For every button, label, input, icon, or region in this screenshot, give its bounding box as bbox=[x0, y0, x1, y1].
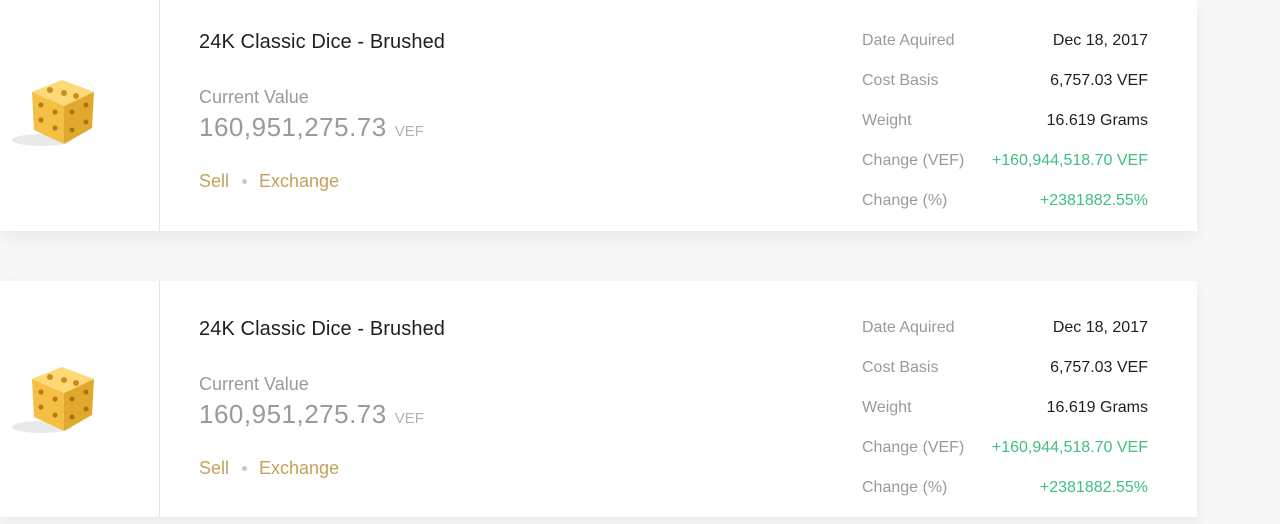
holding-card: 24K Classic Dice - Brushed Current Value… bbox=[0, 281, 1197, 517]
action-links: Sell Exchange bbox=[199, 458, 339, 479]
detail-row-change-vef: Change (VEF) +160,944,518.70 VEF bbox=[862, 141, 1148, 181]
separator-dot bbox=[242, 466, 248, 471]
exchange-link[interactable]: Exchange bbox=[259, 458, 339, 479]
sell-link[interactable]: Sell bbox=[199, 171, 229, 192]
detail-row-change-percent: Change (%) +2381882.55% bbox=[862, 468, 1148, 508]
detail-row-weight: Weight 16.619 Grams bbox=[862, 101, 1148, 141]
detail-label: Date Aquired bbox=[862, 32, 955, 49]
detail-label: Change (%) bbox=[862, 192, 948, 209]
detail-value: 6,757.03 VEF bbox=[1050, 359, 1148, 376]
separator-dot bbox=[242, 179, 248, 184]
current-value-amount: 160,951,275.73 bbox=[199, 399, 387, 429]
current-value-label: Current Value bbox=[199, 374, 309, 394]
action-links: Sell Exchange bbox=[199, 171, 339, 192]
detail-row-cost-basis: Cost Basis 6,757.03 VEF bbox=[862, 348, 1148, 388]
gold-dice-image bbox=[12, 367, 94, 433]
detail-label: Change (%) bbox=[862, 479, 948, 496]
detail-value: 6,757.03 VEF bbox=[1050, 72, 1148, 89]
detail-value: Dec 18, 2017 bbox=[1052, 319, 1148, 336]
holding-details: Date Aquired Dec 18, 2017 Cost Basis 6,7… bbox=[862, 308, 1148, 508]
detail-value: 16.619 Grams bbox=[1046, 112, 1148, 129]
detail-label: Cost Basis bbox=[862, 359, 939, 376]
detail-row-weight: Weight 16.619 Grams bbox=[862, 388, 1148, 428]
currency-code: VEF bbox=[394, 410, 424, 427]
sell-link[interactable]: Sell bbox=[199, 458, 229, 479]
current-value: 160,951,275.73 VEF bbox=[199, 399, 424, 430]
detail-label: Weight bbox=[862, 399, 912, 416]
gold-dice-image bbox=[12, 80, 94, 146]
current-value-label: Current Value bbox=[199, 87, 309, 107]
detail-value-positive: +160,944,518.70 VEF bbox=[991, 439, 1148, 456]
detail-row-date-acquired: Date Aquired Dec 18, 2017 bbox=[862, 308, 1148, 348]
current-value-amount: 160,951,275.73 bbox=[199, 112, 387, 142]
detail-label: Weight bbox=[862, 112, 912, 129]
product-thumbnail[interactable] bbox=[0, 281, 160, 517]
detail-row-cost-basis: Cost Basis 6,757.03 VEF bbox=[862, 61, 1148, 101]
detail-label: Date Aquired bbox=[862, 319, 955, 336]
detail-row-change-percent: Change (%) +2381882.55% bbox=[862, 181, 1148, 221]
detail-row-change-vef: Change (VEF) +160,944,518.70 VEF bbox=[862, 428, 1148, 468]
product-thumbnail[interactable] bbox=[0, 0, 160, 231]
exchange-link[interactable]: Exchange bbox=[259, 171, 339, 192]
product-title[interactable]: 24K Classic Dice - Brushed bbox=[199, 318, 445, 341]
product-title[interactable]: 24K Classic Dice - Brushed bbox=[199, 31, 445, 54]
detail-label: Change (VEF) bbox=[862, 152, 965, 169]
detail-value: Dec 18, 2017 bbox=[1052, 32, 1148, 49]
holding-card: 24K Classic Dice - Brushed Current Value… bbox=[0, 0, 1197, 231]
detail-value-positive: +160,944,518.70 VEF bbox=[991, 152, 1148, 169]
currency-code: VEF bbox=[394, 123, 424, 140]
detail-value: 16.619 Grams bbox=[1046, 399, 1148, 416]
holding-details: Date Aquired Dec 18, 2017 Cost Basis 6,7… bbox=[862, 21, 1148, 221]
detail-value-positive: +2381882.55% bbox=[1039, 192, 1148, 209]
detail-label: Cost Basis bbox=[862, 72, 939, 89]
detail-row-date-acquired: Date Aquired Dec 18, 2017 bbox=[862, 21, 1148, 61]
current-value: 160,951,275.73 VEF bbox=[199, 112, 424, 143]
detail-value-positive: +2381882.55% bbox=[1039, 479, 1148, 496]
detail-label: Change (VEF) bbox=[862, 439, 965, 456]
